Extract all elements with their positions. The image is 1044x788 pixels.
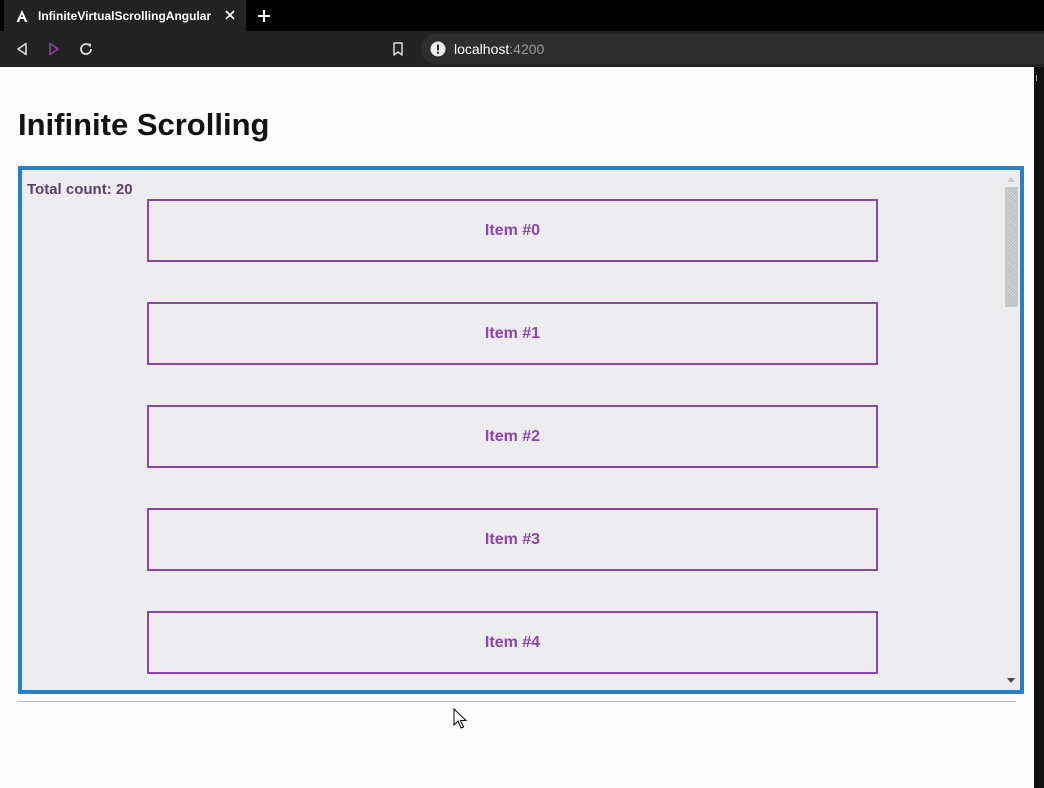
mouse-cursor-icon — [453, 708, 467, 729]
total-count: Total count: 20 — [27, 181, 133, 198]
scroll-up-arrow-icon[interactable] — [1007, 177, 1015, 182]
angular-icon — [14, 8, 30, 24]
scroll-down-arrow-icon[interactable] — [1007, 678, 1015, 683]
list-item[interactable]: Item #1 — [147, 302, 878, 365]
browser-toolbar: localhost:4200 — [0, 31, 1044, 67]
scrollbar-thumb[interactable] — [1005, 187, 1018, 307]
list-item[interactable]: Item #3 — [147, 508, 878, 571]
list-item[interactable]: Item #2 — [147, 405, 878, 468]
url-host: localhost — [454, 41, 510, 57]
url-text: localhost:4200 — [454, 41, 544, 57]
close-tab-icon[interactable] — [222, 7, 238, 23]
list-item[interactable]: Item #0 — [147, 199, 878, 262]
reload-icon[interactable] — [76, 39, 96, 59]
tab-title: InfiniteVirtualScrollingAngular — [38, 8, 212, 23]
scrollbar[interactable] — [1003, 170, 1020, 690]
back-icon[interactable] — [12, 39, 32, 59]
virtual-scroll-viewport[interactable]: Total count: 20 Item #0 Item #1 Item #2 … — [18, 166, 1024, 694]
window-edge — [1034, 67, 1044, 788]
list-item[interactable]: Item #4 — [147, 611, 878, 674]
tab-strip: InfiniteVirtualScrollingAngular — [0, 0, 1044, 31]
url-port: :4200 — [509, 41, 545, 57]
bookmark-icon[interactable] — [388, 39, 408, 59]
forward-icon[interactable] — [44, 39, 64, 59]
new-tab-icon[interactable] — [254, 6, 274, 26]
address-bar[interactable]: localhost:4200 — [421, 34, 1044, 64]
page-title: Inifinite Scrolling — [18, 107, 270, 142]
info-icon[interactable] — [429, 40, 447, 58]
divider — [18, 701, 1016, 702]
browser-tab[interactable]: InfiniteVirtualScrollingAngular — [4, 0, 246, 31]
